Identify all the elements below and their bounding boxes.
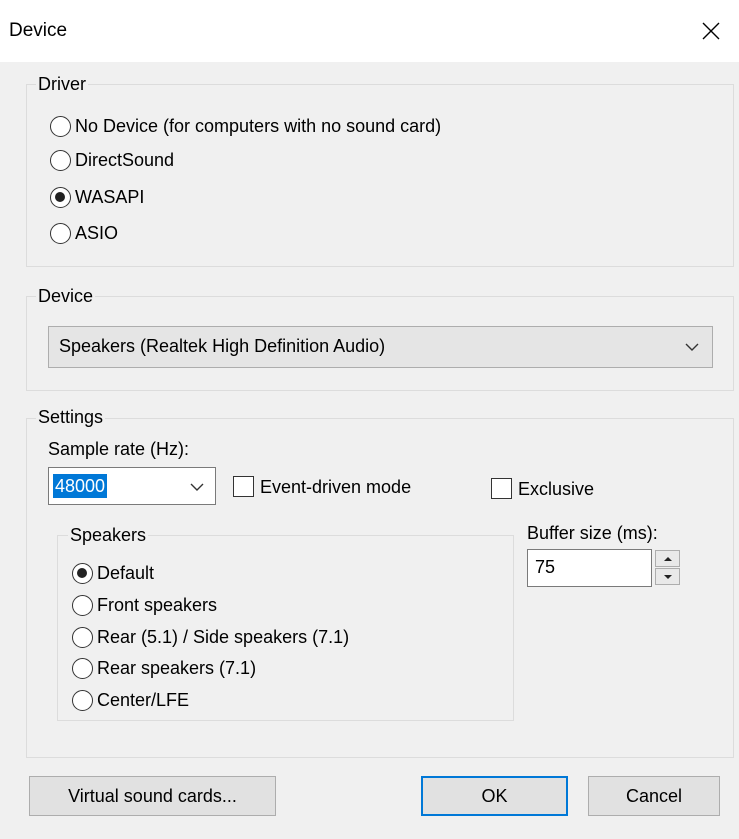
driver-option-label: DirectSound: [75, 149, 175, 170]
speaker-option-label: Front speakers: [97, 594, 218, 615]
radio-button[interactable]: [72, 626, 93, 648]
device-select[interactable]: Speakers (Realtek High Definition Audio): [48, 326, 713, 368]
buffer-size-input[interactable]: 75: [527, 549, 652, 587]
virtual-sound-cards-label: Virtual sound cards...: [68, 785, 237, 806]
speaker-option-label: Rear (5.1) / Side speakers (7.1): [97, 626, 350, 647]
settings-group-label: Settings: [36, 407, 106, 427]
dialog-title: Device: [9, 20, 68, 41]
sample-rate-select[interactable]: 48000: [48, 467, 216, 505]
speaker-option-default[interactable]: Default: [72, 561, 154, 585]
driver-option-label: No Device (for computers with no sound c…: [75, 115, 442, 136]
sample-rate-value: 48000: [53, 474, 108, 498]
radio-button[interactable]: [72, 657, 93, 679]
driver-option-directsound[interactable]: DirectSound: [50, 148, 174, 172]
speakers-group-label: Speakers: [68, 525, 149, 545]
radio-button[interactable]: [50, 115, 71, 137]
device-select-value: Speakers (Realtek High Definition Audio): [59, 336, 386, 356]
driver-option-label: WASAPI: [75, 186, 145, 207]
speaker-option-label: Rear speakers (7.1): [97, 657, 257, 678]
title-bar: Device: [0, 0, 739, 62]
close-button[interactable]: [683, 0, 739, 62]
speaker-option-front[interactable]: Front speakers: [72, 593, 217, 617]
device-group-label: Device: [36, 286, 96, 306]
radio-button-selected[interactable]: [50, 186, 71, 208]
buffer-increase-button[interactable]: [655, 550, 680, 567]
exclusive-label: Exclusive: [518, 479, 595, 499]
driver-group-label: Driver: [36, 74, 88, 94]
buffer-size-value: 75: [535, 557, 556, 577]
buffer-size-label: Buffer size (ms):: [527, 523, 658, 543]
ok-label: OK: [481, 785, 508, 806]
close-icon: [702, 22, 720, 40]
driver-option-wasapi[interactable]: WASAPI: [50, 185, 144, 209]
driver-option-no-device[interactable]: No Device (for computers with no sound c…: [50, 114, 441, 138]
chevron-down-icon: [190, 483, 204, 491]
cancel-label: Cancel: [625, 785, 683, 806]
virtual-sound-cards-button[interactable]: Virtual sound cards...: [29, 776, 276, 816]
arrow-down-icon: [663, 574, 672, 579]
chevron-down-icon: [685, 343, 699, 351]
exclusive-checkbox[interactable]: [491, 478, 512, 499]
radio-button-selected[interactable]: [72, 562, 93, 584]
ok-button[interactable]: OK: [421, 776, 568, 816]
radio-button[interactable]: [50, 222, 71, 244]
cancel-button[interactable]: Cancel: [588, 776, 720, 816]
speaker-option-rear-side[interactable]: Rear (5.1) / Side speakers (7.1): [72, 625, 349, 649]
speaker-option-label: Center/LFE: [97, 689, 190, 710]
driver-option-label: ASIO: [75, 222, 119, 243]
event-driven-checkbox[interactable]: [233, 476, 254, 497]
driver-option-asio[interactable]: ASIO: [50, 221, 118, 245]
radio-button[interactable]: [50, 149, 71, 171]
buffer-decrease-button[interactable]: [655, 568, 680, 585]
sample-rate-label: Sample rate (Hz):: [48, 439, 190, 459]
speaker-option-center-lfe[interactable]: Center/LFE: [72, 688, 189, 712]
radio-button[interactable]: [72, 689, 93, 711]
arrow-up-icon: [663, 556, 672, 561]
event-driven-label: Event-driven mode: [260, 477, 412, 497]
driver-group: [26, 84, 734, 267]
radio-button[interactable]: [72, 594, 93, 616]
speaker-option-rear[interactable]: Rear speakers (7.1): [72, 656, 256, 680]
speaker-option-label: Default: [97, 562, 155, 583]
